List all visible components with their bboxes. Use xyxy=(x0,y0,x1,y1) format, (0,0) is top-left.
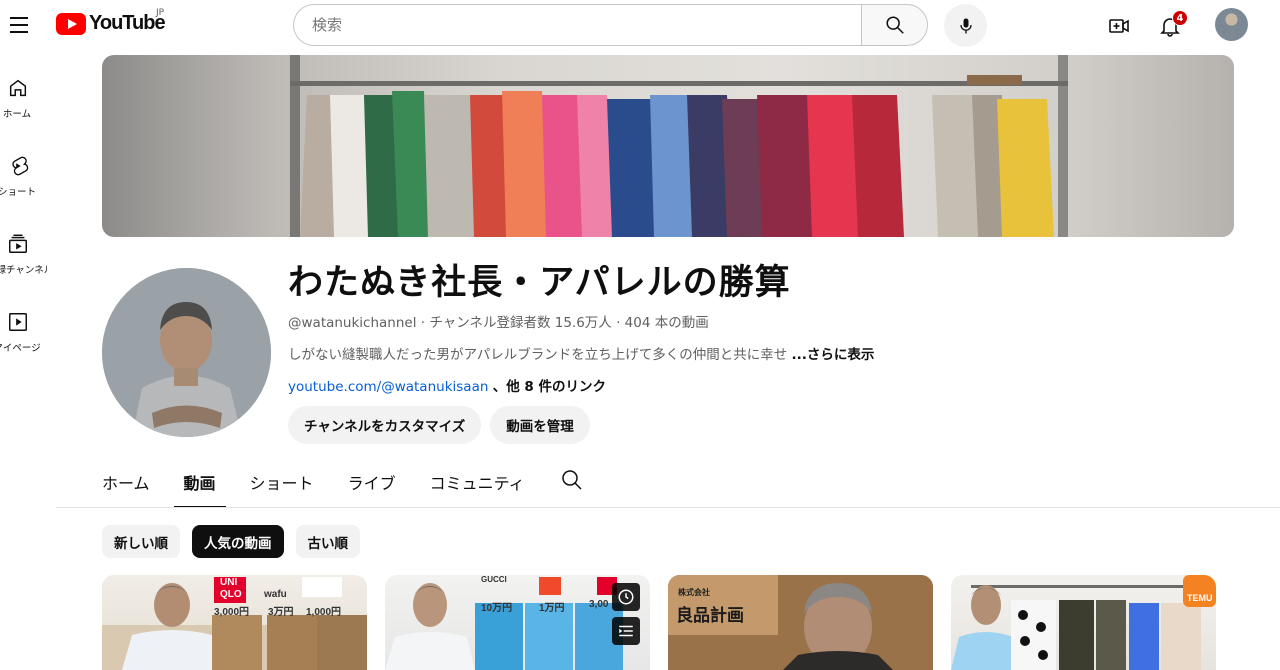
thumbnail-text: TEMU xyxy=(1187,593,1213,603)
video-thumbnail[interactable]: 株式会社 良品計画 xyxy=(668,575,933,670)
notification-count-badge: 4 xyxy=(1172,10,1188,26)
thumbnail-text: GUCCI xyxy=(481,575,507,584)
channel-description[interactable]: しがない縫製職人だった男がアパレルブランドを立ち上げて多くの仲間と共に幸せ ..… xyxy=(288,343,874,363)
video-thumbnail[interactable]: TEMU xyxy=(951,575,1216,670)
more-links-link[interactable]: 、他 8 件のリンク xyxy=(493,379,606,395)
guide-item-label: ホーム xyxy=(2,109,32,120)
channel-title: わたぬき社長・アパレルの勝算 xyxy=(288,263,791,303)
watch-later-button[interactable] xyxy=(612,583,640,611)
sort-chip-popular[interactable]: 人気の動画 xyxy=(192,525,284,558)
thumbnail-text: 10万円 xyxy=(481,603,513,614)
thumbnail-image xyxy=(385,577,623,670)
search-icon xyxy=(562,470,582,490)
thumbnail-text: 3,000円 xyxy=(214,607,250,618)
country-code: JP xyxy=(156,8,165,18)
tab-home[interactable]: ホーム xyxy=(102,462,150,508)
thumbnail-text: 1,000円 xyxy=(306,607,342,618)
microphone-icon xyxy=(959,18,972,33)
guide-item-home[interactable]: ホーム xyxy=(0,60,48,138)
youtube-logo[interactable]: YouTube xyxy=(56,12,166,35)
guide-item-shorts[interactable]: ショート xyxy=(0,138,48,216)
search-box xyxy=(293,4,928,46)
thumbnail-hover-actions xyxy=(612,583,640,645)
guide-item-label: 登録チャンネル xyxy=(0,265,47,276)
video-thumbnail[interactable]: GUCCI 10万円 1万円 3,00 xyxy=(385,575,650,670)
home-icon xyxy=(6,76,30,100)
customize-channel-button[interactable]: チャンネルをカスタマイズ xyxy=(288,406,482,444)
subscriptions-icon xyxy=(6,232,30,256)
channel-tabs: ホーム 動画 ショート ライブ コミュニティ xyxy=(102,462,582,508)
sort-chip-newest[interactable]: 新しい順 xyxy=(102,525,180,558)
thumbnail-text: 3万円 xyxy=(268,607,294,618)
manage-videos-button[interactable]: 動画を管理 xyxy=(490,406,590,444)
thumbnail-text: 1万円 xyxy=(539,603,565,614)
channel-links: youtube.com/@watanukisaan 、他 8 件のリンク xyxy=(288,375,606,395)
shorts-icon xyxy=(6,154,30,178)
show-more-link[interactable]: ...さらに表示 xyxy=(792,347,875,363)
channel-search-button[interactable] xyxy=(560,468,584,492)
channel-meta: @watanukichannel · チャンネル登録者数 15.6万人 · 40… xyxy=(288,315,709,331)
masthead: YouTube JP 4 xyxy=(0,0,1280,52)
tabs-divider xyxy=(56,507,1280,508)
tab-live[interactable]: ライブ xyxy=(348,462,396,508)
you-icon xyxy=(6,310,30,334)
menu-icon-line xyxy=(10,17,28,19)
thumbnail-image xyxy=(951,575,1216,670)
channel-link-url[interactable]: youtube.com/@watanukisaan xyxy=(288,379,488,395)
sort-chips: 新しい順 人気の動画 古い順 xyxy=(102,525,360,558)
menu-icon-line xyxy=(10,31,28,33)
thumbnail-text: UNI xyxy=(220,577,238,588)
channel-banner xyxy=(102,55,1234,237)
sort-chip-oldest[interactable]: 古い順 xyxy=(295,525,360,558)
thumbnail-text: wafu xyxy=(264,589,287,600)
thumbnail-text: 株式会社 xyxy=(678,588,710,597)
thumbnail-text: 良品計画 xyxy=(676,606,744,625)
thumbnail-text: QLO xyxy=(220,589,242,600)
video-grid: UNI QLO wafu 3,000円 3万円 1,000円 GUCCI 10万… xyxy=(102,575,1234,670)
notifications-button[interactable]: 4 xyxy=(1154,10,1188,42)
clock-icon xyxy=(618,589,634,605)
guide-item-you[interactable]: マイページ xyxy=(0,294,48,372)
create-video-icon xyxy=(1109,19,1129,33)
guide-item-label: マイページ xyxy=(0,343,41,354)
tab-shorts[interactable]: ショート xyxy=(250,462,314,508)
mini-guide: ホーム ショート 登録チャンネル マイページ xyxy=(0,60,48,372)
youtube-play-icon xyxy=(56,12,86,35)
account-avatar[interactable] xyxy=(1215,8,1248,41)
thumbnail-text: 3,00 xyxy=(589,599,609,610)
tab-videos[interactable]: 動画 xyxy=(173,462,226,508)
menu-icon-line xyxy=(10,24,28,26)
search-button[interactable] xyxy=(861,4,928,46)
create-button[interactable] xyxy=(1103,10,1135,42)
channel-action-buttons: チャンネルをカスタマイズ 動画を管理 xyxy=(288,406,590,444)
search-input[interactable] xyxy=(293,4,861,46)
guide-item-label: ショート xyxy=(0,187,36,198)
channel-avatar[interactable] xyxy=(102,268,271,437)
guide-menu-button[interactable] xyxy=(6,12,32,38)
voice-search-button[interactable] xyxy=(944,4,987,47)
banner-clothes-rack-image xyxy=(290,55,1068,237)
guide-item-subscriptions[interactable]: 登録チャンネル xyxy=(0,216,48,294)
queue-icon xyxy=(619,625,633,637)
add-to-queue-button[interactable] xyxy=(612,617,640,645)
channel-avatar-image xyxy=(102,268,271,437)
description-text: しがない縫製職人だった男がアパレルブランドを立ち上げて多くの仲間と共に幸せ xyxy=(288,347,788,363)
video-thumbnail[interactable]: UNI QLO wafu 3,000円 3万円 1,000円 xyxy=(102,575,367,670)
search-icon xyxy=(885,16,904,34)
logo-text: YouTube xyxy=(89,12,166,34)
tab-community[interactable]: コミュニティ xyxy=(430,462,525,508)
